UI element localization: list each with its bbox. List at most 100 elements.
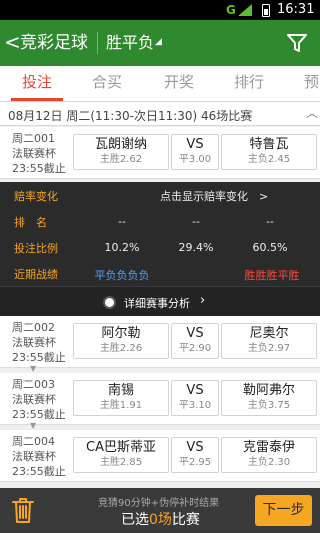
home-team: 南锡 bbox=[107, 383, 134, 398]
home-recent-form: 平负负负负 bbox=[94, 269, 150, 282]
match-number: 周二003 bbox=[12, 378, 55, 391]
away-win-option[interactable]: 克雷泰伊 主负2.30 bbox=[221, 437, 317, 473]
away-team: 勒阿弗尔 bbox=[242, 383, 295, 398]
match-meta: 周二002 法联赛杯 23:55截止 bbox=[12, 320, 66, 365]
tab-results[interactable]: 开奖 bbox=[164, 72, 194, 92]
away-win-odds: 主负2.45 bbox=[247, 154, 291, 165]
selected-number: 0场 bbox=[149, 512, 172, 528]
match-league: 法联赛杯 bbox=[12, 336, 56, 349]
match-meta: 周二004 法联赛杯 23:55截止 bbox=[12, 434, 66, 479]
draw-odds: 平3.10 bbox=[178, 400, 212, 411]
bet-rule-hint: 竞猜90分钟+伪停补时结果 bbox=[98, 498, 220, 509]
collapse-chevron-icon[interactable]: ︿ bbox=[306, 104, 318, 121]
away-team: 尼奥尔 bbox=[249, 326, 289, 341]
match-number: 周二002 bbox=[12, 321, 55, 334]
battery-icon bbox=[262, 4, 270, 17]
home-win-option[interactable]: CA巴斯蒂亚 主胜2.85 bbox=[73, 437, 169, 473]
expand-chevron-icon[interactable]: ▼ bbox=[30, 421, 36, 430]
app-header: < 竞彩足球 胜平负 ◢ bbox=[0, 20, 320, 66]
tab-bar: 投注 合买 开奖 排行 预 bbox=[0, 66, 320, 102]
vs-label: VS bbox=[186, 440, 204, 455]
vs-label: VS bbox=[186, 326, 204, 341]
home-ranking: -- bbox=[118, 215, 126, 228]
draw-ranking: -- bbox=[192, 215, 200, 228]
away-win-odds: 主负2.30 bbox=[247, 457, 291, 468]
tab-bet[interactable]: 投注 bbox=[22, 72, 52, 92]
selected-count: 已选0场比赛 bbox=[121, 512, 200, 528]
status-bar: G 16:31 bbox=[0, 0, 320, 20]
match-meta: 周二003 法联赛杯 23:55截止 bbox=[12, 377, 66, 422]
next-step-button[interactable]: 下一步 bbox=[255, 495, 312, 526]
bottom-bar: 竞猜90分钟+伪停补时结果 已选0场比赛 下一步 bbox=[0, 488, 320, 533]
date-header[interactable]: 08月12日 周二(11:30-次日11:30) 46场比赛 ︿ bbox=[0, 102, 320, 126]
away-recent-form: 胜胜胜平胜 bbox=[244, 269, 300, 282]
home-team: CA巴斯蒂亚 bbox=[86, 440, 156, 455]
home-win-option[interactable]: 阿尔勒 主胜2.26 bbox=[73, 323, 169, 359]
home-team: 瓦朗谢纳 bbox=[94, 137, 147, 152]
draw-option[interactable]: VS 平2.95 bbox=[171, 437, 219, 473]
match-league: 法联赛杯 bbox=[12, 450, 56, 463]
away-ranking: -- bbox=[266, 215, 274, 228]
date-range-text: 08月12日 周二(11:30-次日11:30) 46场比赛 bbox=[8, 109, 253, 123]
draw-odds: 平2.95 bbox=[178, 457, 212, 468]
filter-icon[interactable] bbox=[286, 32, 308, 54]
signal-icon bbox=[238, 4, 252, 16]
away-win-odds: 主负3.75 bbox=[247, 400, 291, 411]
draw-odds: 平3.00 bbox=[178, 154, 212, 165]
vs-label: VS bbox=[186, 137, 204, 152]
vs-label: VS bbox=[186, 383, 204, 398]
match-deadline: 23:55截止 bbox=[12, 465, 66, 478]
recent-form-label: 近期战绩 bbox=[14, 268, 58, 281]
status-time: 16:31 bbox=[277, 2, 315, 17]
match-meta: 周二001 法联赛杯 23:55截止 bbox=[12, 131, 66, 176]
match-league: 法联赛杯 bbox=[12, 393, 56, 406]
page-title: 竞彩足球 bbox=[20, 33, 88, 53]
away-win-option[interactable]: 尼奥尔 主负2.97 bbox=[221, 323, 317, 359]
match-deadline: 23:55截止 bbox=[12, 408, 66, 421]
draw-option[interactable]: VS 平3.00 bbox=[171, 134, 219, 170]
draw-option[interactable]: VS 平3.10 bbox=[171, 380, 219, 416]
match-analysis-panel: 赔率变化 点击显示赔率变化 > 排 名 -- -- -- 投注比例 10.2% … bbox=[0, 182, 320, 316]
active-tab-indicator bbox=[11, 98, 63, 101]
home-win-option[interactable]: 瓦朗谢纳 主胜2.62 bbox=[73, 134, 169, 170]
home-bet-ratio: 10.2% bbox=[104, 241, 140, 254]
odds-change-row[interactable]: 赔率变化 点击显示赔率变化 > bbox=[0, 182, 320, 208]
play-mode-selector[interactable]: 胜平负 bbox=[106, 32, 154, 54]
detail-analysis-label: 详细赛事分析 bbox=[124, 297, 190, 310]
dropdown-caret-icon[interactable]: ◢ bbox=[155, 37, 162, 47]
home-win-odds: 主胜2.85 bbox=[99, 457, 143, 468]
network-type: G bbox=[226, 3, 236, 17]
draw-bet-ratio: 29.4% bbox=[178, 241, 214, 254]
away-team: 克雷泰伊 bbox=[242, 440, 295, 455]
chevron-right-icon: › bbox=[200, 293, 206, 308]
odds-change-action[interactable]: 点击显示赔率变化 > bbox=[160, 188, 268, 204]
home-win-odds: 主胜2.62 bbox=[99, 154, 143, 165]
home-win-option[interactable]: 南锡 主胜1.91 bbox=[73, 380, 169, 416]
match-row: 周二002 法联赛杯 23:55截止 ▼ 阿尔勒 主胜2.26 VS 平2.90… bbox=[0, 316, 320, 373]
away-win-option[interactable]: 勒阿弗尔 主负3.75 bbox=[221, 380, 317, 416]
tab-group-buy[interactable]: 合买 bbox=[92, 72, 122, 92]
detail-analysis-button[interactable]: 详细赛事分析 › bbox=[0, 286, 320, 316]
bet-ratio-row: 投注比例 10.2% 29.4% 60.5% bbox=[0, 234, 320, 260]
match-row: 周二001 法联赛杯 23:55截止 瓦朗谢纳 主胜2.62 VS 平3.00 … bbox=[0, 127, 320, 179]
header-divider bbox=[97, 32, 98, 54]
match-deadline: 23:55截止 bbox=[12, 162, 66, 175]
back-icon[interactable]: < bbox=[4, 31, 21, 53]
soccer-ball-icon bbox=[103, 296, 116, 309]
match-league: 法联赛杯 bbox=[12, 147, 56, 160]
away-bet-ratio: 60.5% bbox=[252, 241, 288, 254]
match-row: 周二003 法联赛杯 23:55截止 ▼ 南锡 主胜1.91 VS 平3.10 … bbox=[0, 373, 320, 430]
home-win-odds: 主胜2.26 bbox=[99, 343, 143, 354]
away-win-odds: 主负2.97 bbox=[247, 343, 291, 354]
expand-chevron-icon[interactable]: ▼ bbox=[30, 364, 36, 373]
away-win-option[interactable]: 特鲁瓦 主负2.45 bbox=[221, 134, 317, 170]
home-win-odds: 主胜1.91 bbox=[99, 400, 143, 411]
draw-option[interactable]: VS 平2.90 bbox=[171, 323, 219, 359]
trash-icon[interactable] bbox=[10, 496, 36, 524]
ranking-row: 排 名 -- -- -- bbox=[0, 208, 320, 234]
tab-ranking[interactable]: 排行 bbox=[234, 72, 264, 92]
tab-prediction[interactable]: 预 bbox=[304, 72, 319, 92]
recent-form-row: 近期战绩 平负负负负 胜胜胜平胜 bbox=[0, 260, 320, 286]
match-number: 周二001 bbox=[12, 132, 55, 145]
bet-ratio-label: 投注比例 bbox=[14, 242, 58, 255]
